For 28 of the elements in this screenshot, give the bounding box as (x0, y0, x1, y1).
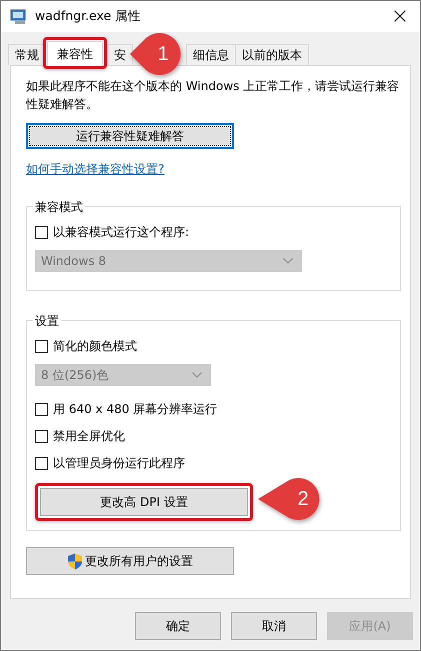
checkbox[interactable] (35, 403, 48, 416)
troubleshoot-button[interactable]: 运行兼容性疑难解答 (26, 123, 234, 149)
dpi-settings-button[interactable]: 更改高 DPI 设置 (40, 488, 248, 516)
checkbox-label: 以管理员身份运行此程序 (53, 455, 185, 472)
shield-icon (67, 552, 83, 570)
window-title: wadfngr.exe 属性 (35, 8, 142, 25)
tab[interactable]: 兼容性 (47, 41, 103, 66)
tab[interactable]: 安 (107, 44, 133, 65)
close-button[interactable]: × (380, 1, 420, 32)
checkbox-label: 以兼容模式运行这个程序: (53, 224, 190, 241)
checkbox[interactable] (35, 226, 48, 239)
description-text: 如果此程序不能在这个版本的 Windows 上正常工作，请尝试运行兼容性疑难解答。 (26, 78, 400, 113)
checkbox[interactable] (35, 340, 48, 353)
checkbox-label: 简化的颜色模式 (53, 338, 137, 355)
help-link[interactable]: 如何手动选择兼容性设置? (26, 161, 164, 178)
checkbox-label: 用 640 x 480 屏幕分辨率运行 (53, 401, 218, 418)
tab[interactable]: 细信息 (186, 44, 236, 65)
computer-icon (10, 8, 28, 24)
tab[interactable]: 以前的版本 (235, 44, 309, 65)
checkbox[interactable] (35, 430, 48, 443)
all-users-settings-button[interactable]: 更改所有用户的设置 (26, 547, 234, 575)
checkbox-label: 禁用全屏优化 (53, 428, 125, 445)
tab[interactable]: 常规 (8, 44, 46, 65)
checkbox[interactable] (35, 457, 48, 470)
chevron-down-icon (283, 258, 293, 264)
dialog-button[interactable]: 取消 (231, 612, 317, 640)
dialog-button[interactable]: 确定 (135, 612, 221, 640)
chevron-down-icon (192, 372, 202, 378)
